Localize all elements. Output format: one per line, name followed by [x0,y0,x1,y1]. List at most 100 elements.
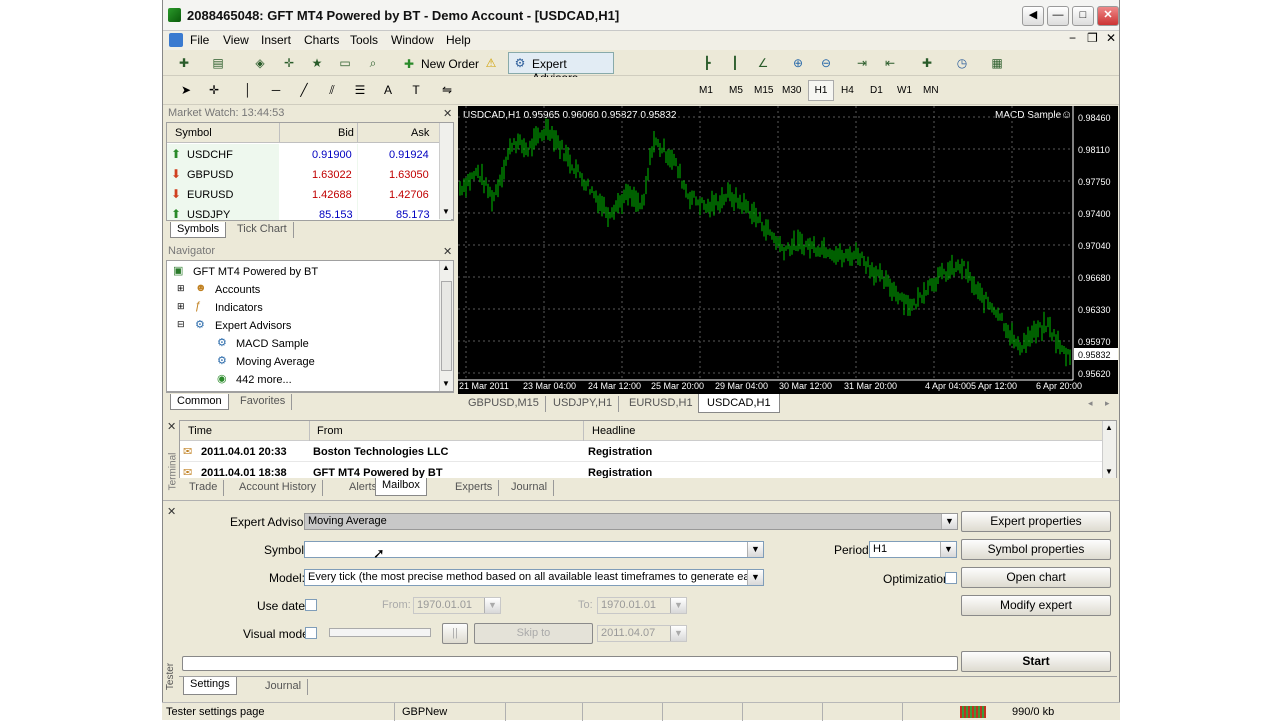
maximize-button[interactable]: □ [1072,6,1094,26]
expand-icon[interactable]: ⊞ [177,301,185,312]
terminal-icon[interactable]: ▭ [336,54,354,72]
vertical-line-icon[interactable]: │ [239,81,257,99]
warning-icon[interactable]: ⚠ [482,54,500,72]
price-chart[interactable]: USDCAD,H1 0.95965 0.96060 0.95827 0.9583… [458,106,1118,394]
arrows-icon[interactable]: ⇋ [438,81,456,99]
menu-tools[interactable]: Tools [350,33,378,47]
expand-icon[interactable]: ⊞ [177,283,185,294]
text-icon[interactable]: A [379,81,397,99]
scroll-left-icon[interactable]: ◂ [1088,398,1093,409]
crosshair-icon[interactable]: ✛ [280,54,298,72]
symbol-properties-button[interactable]: Symbol properties [961,539,1111,560]
period-select[interactable]: H1 ▼ [869,541,957,558]
expert-properties-button[interactable]: Expert properties [961,511,1111,532]
tab-tester-journal[interactable]: Journal [259,679,309,695]
tree-item-macd-sample[interactable]: ⚙ MACD Sample [171,335,431,353]
scroll-right-icon[interactable]: ▸ [1105,398,1110,409]
tf-m1[interactable]: M1 [699,85,713,96]
cursor-icon[interactable]: ➤ [177,81,195,99]
text-label-icon[interactable]: T [407,81,425,99]
fibonacci-icon[interactable]: ☰ [351,81,369,99]
close-icon[interactable]: ✕ [167,420,176,433]
navigator-icon[interactable]: ★ [308,54,326,72]
horizontal-line-icon[interactable]: ─ [267,81,285,99]
trendline-icon[interactable]: ╱ [295,81,313,99]
close-button[interactable]: ✕ [1097,6,1119,26]
menu-view[interactable]: View [223,33,249,47]
templates-icon[interactable]: ▦ [988,54,1006,72]
tree-item-more[interactable]: ◉ 442 more... [171,371,431,389]
tf-h1[interactable]: H1 [808,80,834,101]
table-row[interactable]: ✉ 2011.04.01 20:33 Boston Technologies L… [180,442,1102,462]
scrollbar[interactable]: ▼ [439,123,453,219]
bar-chart-icon[interactable]: ┣ [698,54,716,72]
crosshair-tool-icon[interactable]: ✛ [205,81,223,99]
menu-file[interactable]: File [190,33,209,47]
mdi-close-icon[interactable]: ✕ [1106,31,1116,45]
scrollbar[interactable]: ▲ ▼ [439,261,453,391]
column-time[interactable]: Time [188,425,212,437]
column-bid[interactable]: Bid [338,127,354,139]
visual-mode-checkbox[interactable] [305,627,317,639]
column-headline[interactable]: Headline [592,425,635,437]
menu-window[interactable]: Window [391,33,434,47]
tester-icon[interactable]: ⌕ [364,54,382,72]
minimize-button[interactable]: — [1047,6,1069,26]
expert-advisors-button[interactable]: ⚙ Expert Advisors [508,52,614,85]
tree-root[interactable]: ▣ GFT MT4 Powered by BT [171,263,431,281]
start-button[interactable]: Start [961,651,1111,672]
expert-advisor-select[interactable]: Moving Average ▼ [304,513,958,530]
tab-account-history[interactable]: Account History [233,480,324,496]
table-row[interactable]: ⬆ USDCHF 0.91900 0.91924 [167,144,451,164]
column-ask[interactable]: Ask [411,127,429,139]
channel-icon[interactable]: ⫽ [323,81,341,99]
tf-m15[interactable]: M15 [754,85,773,96]
indicators-icon[interactable]: ✚ [918,54,936,72]
table-row[interactable]: ⬇ GBPUSD 1.63022 1.63050 [167,164,451,184]
back-icon[interactable]: ◀ [1022,6,1044,26]
tab-gbpusd-m15[interactable]: GBPUSD,M15 [462,396,546,412]
speed-slider[interactable] [329,628,431,637]
tab-trade[interactable]: Trade [183,480,225,496]
tab-tick-chart[interactable]: Tick Chart [231,222,294,238]
pause-button[interactable]: || [442,623,468,644]
table-row[interactable]: ⬇ EURUSD 1.42688 1.42706 [167,184,451,204]
tf-mn[interactable]: MN [923,85,939,96]
tf-m30[interactable]: M30 [782,85,801,96]
tf-d1[interactable]: D1 [870,85,883,96]
tab-common[interactable]: Common [170,394,229,410]
tree-item-expert-advisors[interactable]: ⊟ ⚙ Expert Advisors [171,317,431,335]
table-row[interactable]: ⬆ USDJPY 85.153 85.173 [167,204,451,220]
tab-mailbox[interactable]: Mailbox [375,478,427,496]
tab-experts[interactable]: Experts [449,480,500,496]
mdi-minimize-icon[interactable]: − [1069,31,1076,45]
skip-to-date[interactable]: 2011.04.07 ▼ [597,625,687,642]
tab-symbols[interactable]: Symbols [170,222,227,238]
column-from[interactable]: From [317,425,343,437]
collapse-icon[interactable]: ⊟ [177,319,185,330]
market-watch-icon[interactable]: ◈ [251,54,269,72]
line-chart-icon[interactable]: ∠ [754,54,772,72]
autoscroll-icon[interactable]: ⇥ [853,54,871,72]
scrollbar[interactable]: ▲ ▼ [1102,421,1116,481]
tree-item-accounts[interactable]: ⊞ ☻ Accounts [171,281,431,299]
open-chart-button[interactable]: Open chart [961,567,1111,588]
tree-item-moving-average[interactable]: ⚙ Moving Average [171,353,431,371]
tab-usdjpy-h1[interactable]: USDJPY,H1 [547,396,620,412]
close-icon[interactable]: ✕ [167,505,176,518]
profiles-icon[interactable]: ▤ [209,54,227,72]
new-chart-icon[interactable]: ✚ [175,54,193,72]
use-date-checkbox[interactable] [305,599,317,611]
tree-item-indicators[interactable]: ⊞ ƒ Indicators [171,299,431,317]
modify-expert-button[interactable]: Modify expert [961,595,1111,616]
optimization-checkbox[interactable] [945,572,957,584]
tab-journal[interactable]: Journal [505,480,555,496]
mdi-restore-icon[interactable]: ❐ [1087,31,1098,45]
menu-help[interactable]: Help [446,33,471,47]
zoom-out-icon[interactable]: ⊖ [817,54,835,72]
column-symbol[interactable]: Symbol [175,127,212,139]
tf-h4[interactable]: H4 [841,85,854,96]
menu-charts[interactable]: Charts [304,33,339,47]
candlestick-icon[interactable]: ┃ [726,54,744,72]
tab-favorites[interactable]: Favorites [234,394,293,410]
